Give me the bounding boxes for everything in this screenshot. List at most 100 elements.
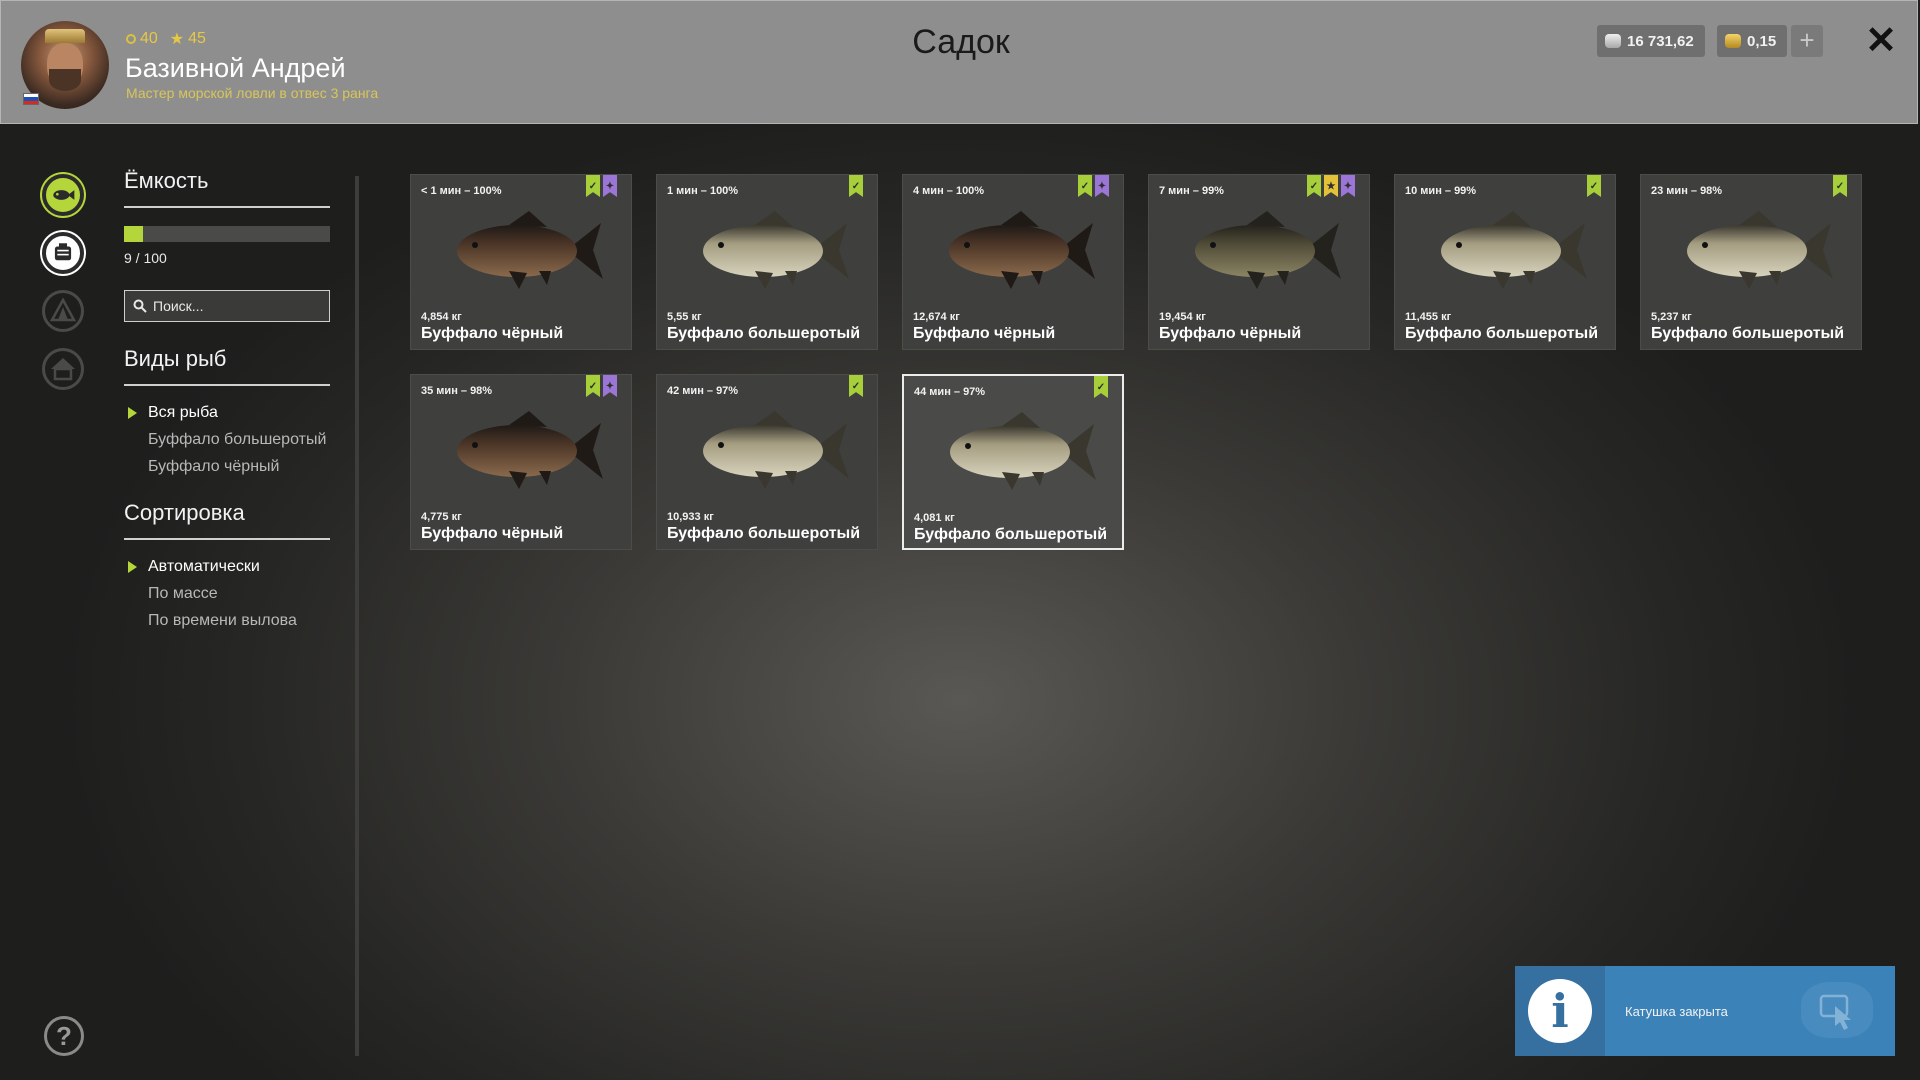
fish-card[interactable]: 7 мин – 99% ✓ ★ ✦ 19,454 кг Буффало чёрный: [1148, 174, 1370, 350]
fish-card[interactable]: 23 мин – 98% ✓ 5,237 кг Буффало большеротый: [1640, 174, 1862, 350]
fish-weight: 5,237 кг: [1651, 311, 1692, 323]
capacity-fill: [124, 226, 143, 242]
catch-time: 23 мин – 98%: [1651, 185, 1723, 197]
fish-weight: 4,854 кг: [421, 311, 462, 323]
species-list: Вся рыба Буффало большеротый Буффало чёрны…: [124, 404, 330, 476]
catch-time: 44 мин – 97%: [914, 386, 986, 398]
info-icon: i: [1528, 979, 1592, 1043]
capacity-text: 9 / 100: [124, 250, 167, 266]
badge-group: ✓: [1833, 175, 1847, 197]
fish-card[interactable]: 42 мин – 97% ✓ 10,933 кг Буффало большероты…: [656, 374, 878, 550]
add-currency-button[interactable]: +: [1791, 25, 1823, 57]
green-bookmark-icon: ✓: [1094, 376, 1108, 398]
green-bookmark-icon: ✓: [586, 175, 600, 197]
badge-group: ✓ ✦: [586, 175, 617, 197]
fish-card[interactable]: < 1 мин – 100% ✓ ✦ 4,854 кг Буффало чёрный: [410, 174, 632, 350]
purple-bookmark-icon: ✦: [603, 375, 617, 397]
top-bar: 40 ★ 45 Базивной Андрей Мастер морской л…: [0, 0, 1918, 124]
badge-group: ✓: [1094, 376, 1108, 398]
fish-weight: 10,933 кг: [667, 511, 714, 523]
fish-name: Буффало большеротый: [667, 325, 861, 342]
fish-image: [685, 405, 855, 495]
badge-group: ✓: [849, 175, 863, 197]
species-filter-item[interactable]: Буффало чёрный: [124, 458, 330, 476]
toast-icon-wrap: i: [1515, 966, 1605, 1056]
gold-value: 0,15: [1747, 32, 1777, 50]
keepnet-icon: [54, 243, 72, 261]
fish-card[interactable]: 35 мин – 98% ✓ ✦ 4,775 кг Буффало чёрный: [410, 374, 632, 550]
fish-image: [439, 405, 609, 495]
sort-title: Сортировка: [124, 500, 330, 540]
sort-list: Автоматически По массе По времени вылова: [124, 558, 330, 630]
fish-image: [1177, 205, 1347, 295]
green-bookmark-icon: ✓: [1833, 175, 1847, 197]
badge-group: ✓: [1587, 175, 1601, 197]
gold-coin-icon: [1725, 34, 1741, 48]
capacity-bar: [124, 226, 330, 242]
badge-group: ✓ ✦: [1078, 175, 1109, 197]
player-stats: 40 ★ 45: [126, 29, 206, 49]
badge-group: ✓ ★ ✦: [1307, 175, 1355, 197]
search-box[interactable]: [124, 290, 330, 322]
filter-panel: Ёмкость 9 / 100 Виды рыб Вся рыба Буффало…: [124, 168, 330, 639]
nav-home-button[interactable]: [42, 348, 84, 390]
fish-name: Буффало чёрный: [1159, 325, 1302, 342]
fish-weight: 11,455 кг: [1405, 311, 1452, 323]
sort-option-item[interactable]: Автоматически: [124, 558, 330, 576]
search-icon: [133, 299, 147, 313]
player-rank: Мастер морской ловли в отвес 3 ранга: [126, 85, 379, 101]
catch-time: 7 мин – 99%: [1159, 185, 1224, 197]
nav-keepnet-button[interactable]: [42, 232, 84, 274]
fish-name: Буффало большеротый: [1651, 325, 1845, 342]
species-filter-item[interactable]: Буффало большеротый: [124, 431, 330, 449]
silver-coin-icon: [1605, 34, 1621, 48]
notification-toast[interactable]: i Катушка закрыта: [1515, 966, 1895, 1056]
close-button[interactable]: ✕: [1863, 21, 1899, 61]
fish-card[interactable]: 1 мин – 100% ✓ 5,55 кг Буффало большеротый: [656, 174, 878, 350]
help-button[interactable]: ?: [44, 1016, 84, 1056]
fish-name: Буффало большеротый: [1405, 325, 1599, 342]
stars-value: 45: [188, 30, 206, 47]
purple-bookmark-icon: ✦: [1341, 175, 1355, 197]
fish-weight: 5,55 кг: [667, 311, 702, 323]
cursor-icon: [1801, 982, 1873, 1038]
tent-icon: [49, 297, 77, 322]
fish-image: [1669, 205, 1839, 295]
badge-group: ✓: [849, 375, 863, 397]
fish-card[interactable]: 44 мин – 97% ✓ 4,081 кг Буффало большеротый: [902, 374, 1124, 550]
nav-camp-button[interactable]: [42, 290, 84, 332]
level-icon: [126, 34, 136, 44]
fish-card[interactable]: 4 мин – 100% ✓ ✦ 12,674 кг Буффало чёрный: [902, 174, 1124, 350]
fish-image: [932, 406, 1102, 496]
fish-icon: [53, 190, 75, 200]
badge-group: ✓ ✦: [586, 375, 617, 397]
avatar-crown: [45, 29, 85, 43]
purple-bookmark-icon: ✦: [603, 175, 617, 197]
species-title: Виды рыб: [124, 346, 330, 386]
fish-card[interactable]: 10 мин – 99% ✓ 11,455 кг Буффало большероты…: [1394, 174, 1616, 350]
silver-balance: 16 731,62: [1597, 25, 1705, 57]
species-filter-item[interactable]: Вся рыба: [124, 404, 330, 422]
fish-image: [685, 205, 855, 295]
fish-weight: 12,674 кг: [913, 311, 960, 323]
fish-weight: 4,081 кг: [914, 512, 955, 524]
level-stat: 40: [126, 30, 158, 48]
catch-time: 1 мин – 100%: [667, 185, 739, 197]
russian-flag-icon: [23, 93, 39, 105]
fish-image: [439, 205, 609, 295]
sort-option-item[interactable]: По массе: [124, 585, 330, 603]
fish-weight: 4,775 кг: [421, 511, 462, 523]
green-bookmark-icon: ✓: [849, 175, 863, 197]
nav-fish-button[interactable]: [42, 174, 84, 216]
silver-value: 16 731,62: [1627, 32, 1694, 50]
sort-option-item[interactable]: По времени вылова: [124, 612, 330, 630]
star-icon: ★: [169, 31, 185, 48]
fish-name: Буффало чёрный: [913, 325, 1056, 342]
gold-bookmark-icon: ★: [1324, 175, 1338, 197]
catch-time: 42 мин – 97%: [667, 385, 739, 397]
gold-balance: 0,15: [1717, 25, 1787, 57]
fish-name: Буффало чёрный: [421, 325, 564, 342]
search-input[interactable]: [153, 298, 313, 314]
catch-time: 4 мин – 100%: [913, 185, 985, 197]
fish-name: Буффало большеротый: [914, 526, 1108, 543]
